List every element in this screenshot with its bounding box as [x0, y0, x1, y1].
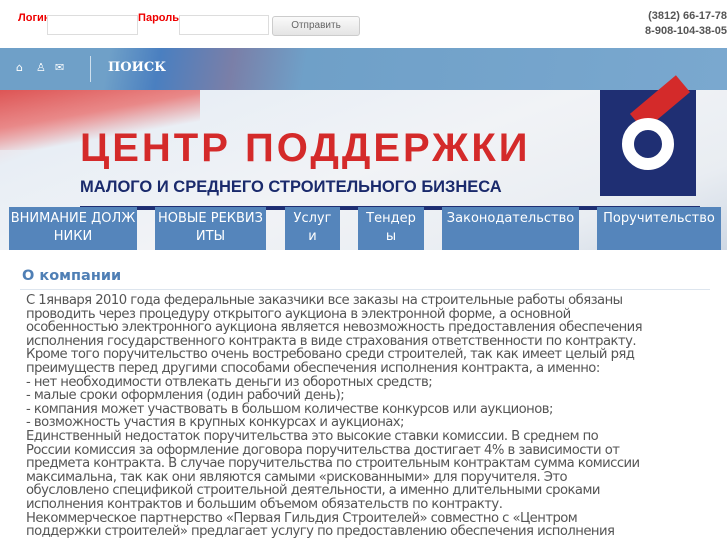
article-body: С 1января 2010 года федеральные заказчик…	[26, 294, 716, 539]
menu-item-legislation[interactable]: Законодательство	[442, 207, 579, 250]
login-label: Логин	[18, 12, 51, 24]
text-line: Кроме того поручительство очень востребо…	[26, 347, 635, 363]
text-line: предмета контракта. В случае поручительс…	[26, 456, 640, 472]
mail-icon[interactable]: ✉	[55, 61, 64, 74]
text-line: С 1января 2010 года федеральные заказчик…	[26, 293, 623, 308]
home-icon[interactable]: ⌂	[16, 61, 23, 74]
logo	[600, 75, 696, 196]
menu-item-tenders[interactable]: Тендеры	[358, 207, 424, 250]
menu-item-debtors[interactable]: ВНИМАНИЕ ДОЛЖНИКИ	[9, 207, 137, 250]
text-line: преимуществ перед другими способами обес…	[26, 360, 600, 376]
contacts: (3812) 66-17-78 8-908-104-38-05	[645, 9, 727, 39]
text-line: - малые сроки оформления (один рабочий д…	[26, 388, 345, 404]
phone-1: (3812) 66-17-78	[648, 10, 727, 22]
password-label: Пароль	[138, 12, 179, 24]
submit-button[interactable]: Отправить	[272, 16, 360, 36]
login-input[interactable]	[47, 15, 138, 35]
top-bar: Логин Пароль Отправить (3812) 66-17-78 8…	[0, 0, 727, 48]
phone-2: 8-908-104-38-05	[645, 25, 727, 37]
text-line: Единственный недостаток поручительства э…	[26, 428, 599, 444]
banner-subtitle: МАЛОГО И СРЕДНЕГО СТРОИТЕЛЬНОГО БИЗНЕСА	[80, 178, 502, 196]
text-line: поддержки строителей» предлагает услугу …	[26, 524, 615, 540]
divider	[90, 56, 91, 82]
password-input[interactable]	[179, 15, 269, 35]
text-line: - компания может участвовать в большом к…	[26, 401, 553, 417]
sitemap-icon[interactable]: ♙	[36, 61, 46, 74]
page-title: О компании	[22, 268, 122, 284]
banner-title: ЦЕНТР ПОДДЕРЖКИ	[80, 126, 531, 170]
text-line: России комиссия за оформление договора п…	[26, 442, 620, 458]
menu-item-services[interactable]: Услуги	[285, 207, 340, 250]
text-line: исполнения контрактов и большим объемом …	[26, 496, 503, 512]
text-line: особенностью электронного аукциона являе…	[26, 320, 643, 336]
search-link[interactable]: ПОИСК	[108, 60, 166, 75]
text-line: обусловлено спецификой строительной деят…	[26, 483, 600, 499]
text-line: - возможность участия в крупных конкурса…	[26, 415, 405, 431]
divider	[20, 289, 710, 290]
nav-bar: ⌂ ♙ ✉ ПОИСК	[0, 48, 727, 90]
menu-item-requisites[interactable]: НОВЫЕ РЕКВИЗИТЫ	[155, 207, 266, 250]
menu-item-guarantee[interactable]: Поручительство	[597, 207, 721, 250]
